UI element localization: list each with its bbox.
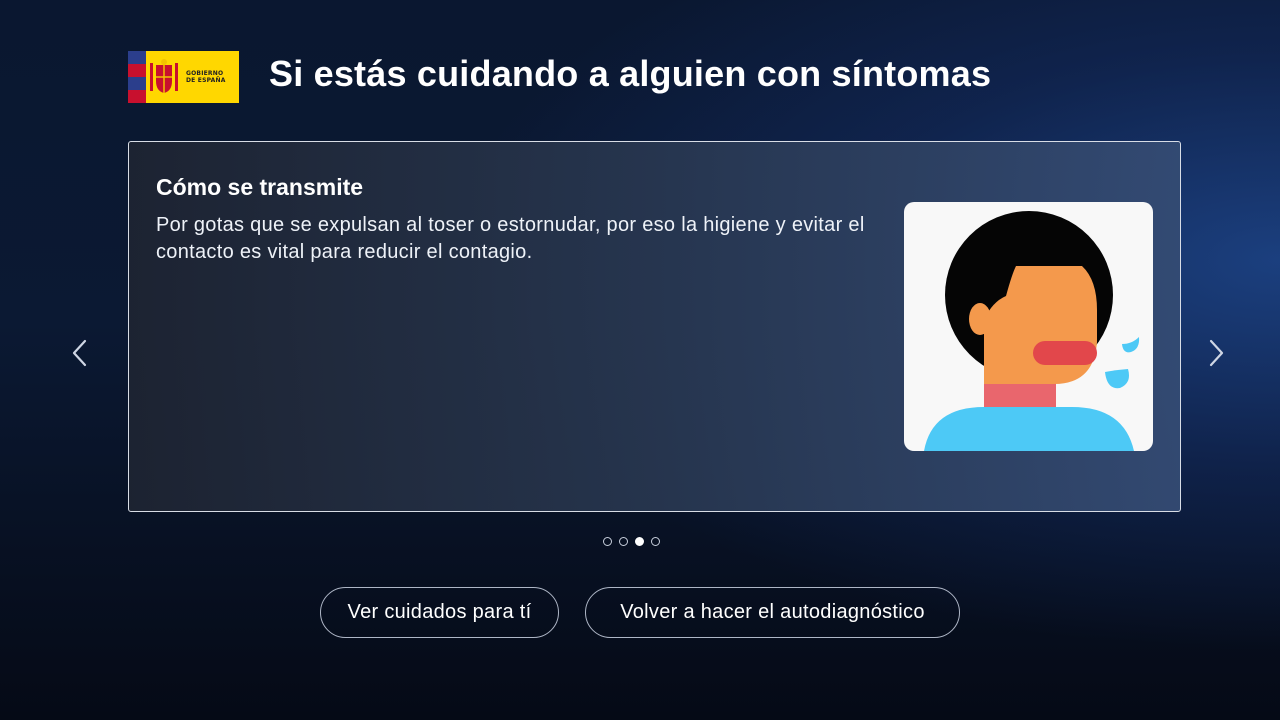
logo-text-line1: GOBIERNO [186,70,224,77]
carousel-dot-4[interactable] [651,537,660,546]
logo-label: GOBIERNO DE ESPAÑA [186,70,226,84]
card-body: Por gotas que se expulsan al toser o est… [156,214,865,263]
coat-of-arms-icon [146,51,182,103]
chevron-right-icon [1209,339,1224,367]
chevron-left-icon [72,339,87,367]
carousel-dot-3[interactable] [635,537,644,546]
gobierno-espana-logo: GOBIERNO DE ESPAÑA [128,51,239,103]
carousel-prev-button[interactable] [62,333,98,373]
logo-text-line2: DE ESPAÑA [186,77,226,84]
flag-stripe [128,51,146,103]
carousel-next-button[interactable] [1198,333,1234,373]
see-care-button[interactable]: Ver cuidados para tí [320,587,559,638]
carousel-dot-2[interactable] [619,537,628,546]
person-coughing-icon [904,202,1153,451]
info-card: Cómo se transmite Por gotas que se expul… [128,141,1181,512]
page-title: Si estás cuidando a alguien con síntomas [269,53,992,94]
card-title: Cómo se transmite [156,174,364,200]
redo-selfdiagnosis-button[interactable]: Volver a hacer el autodiagnóstico [585,587,960,638]
carousel-pagination [603,537,660,546]
carousel-dot-1[interactable] [603,537,612,546]
